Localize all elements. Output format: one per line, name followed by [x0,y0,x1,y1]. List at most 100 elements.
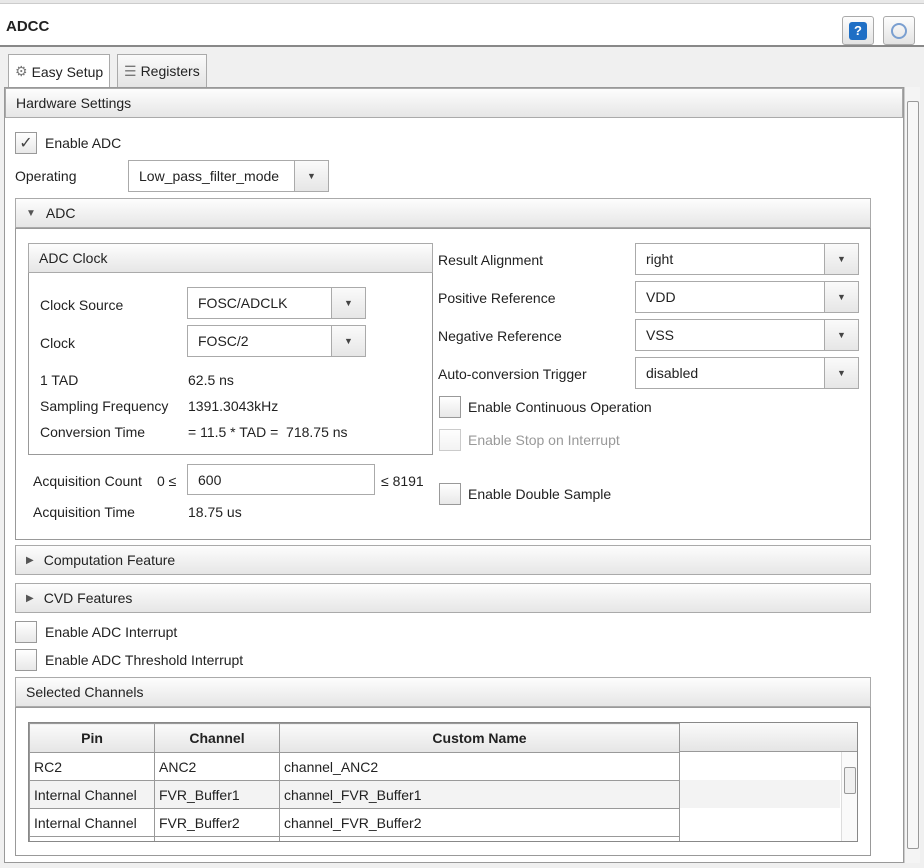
chevron-down-icon: ▼ [824,282,858,312]
acquisition-time-label: Acquisition Time [33,504,135,520]
enable-adc-checkbox[interactable]: ✓ [15,132,37,154]
adc-interrupt-label: Enable ADC Interrupt [45,624,178,640]
hardware-settings-header: Hardware Settings [5,88,903,118]
globe-icon [891,22,907,39]
collapsed-triangle-icon: ▶ [26,592,34,604]
expanded-triangle-icon: ▼ [26,207,36,219]
conversion-time-value: = 11.5 * TAD = 718.75 ns [188,424,348,440]
adc-clock-group: ADC Clock Clock Source FOSC/ADCLK ▼ Clock… [28,243,433,455]
operating-select[interactable]: Low_pass_filter_mode ▼ [128,160,329,192]
section-title: Computation Feature [43,552,176,568]
adc-interrupt-checkbox[interactable] [15,621,37,643]
row-highlight [680,780,840,808]
adc-section: ADC Clock Clock Source FOSC/ADCLK ▼ Clock… [15,228,871,540]
stop-on-interrupt-label: Enable Stop on Interrupt [468,432,620,448]
continuous-operation-checkbox[interactable] [439,396,461,418]
sampling-frequency-label: Sampling Frequency [40,398,169,414]
double-sample-label: Enable Double Sample [468,486,612,502]
section-title: Selected Channels [26,684,144,700]
channel-cell: ANC2 [154,752,280,781]
table-scrollbar-thumb[interactable] [844,767,856,794]
gear-icon: ⚙ [15,63,28,79]
selected-channels-section: Pin Channel Custom Name RC2 ANC2 channel_A… [15,707,871,856]
chevron-down-icon: ▼ [824,358,858,388]
tad-value: 62.5 ns [188,372,234,388]
clock-value: FOSC/2 [198,333,249,349]
channel-cell: FVR_Buffer1 [154,780,280,809]
tab-label: Easy Setup [31,63,104,80]
registers-icon: ☰ [124,62,137,79]
cvd-features-header[interactable]: ▶ CVD Features [15,583,871,613]
globe-button[interactable] [883,16,915,45]
operating-value: Low_pass_filter_mode [139,168,280,184]
custom-name-cell[interactable]: channel_FVR_Buffer1 [279,780,680,809]
clock-select[interactable]: FOSC/2 ▼ [187,325,366,357]
chevron-down-icon: ▼ [294,161,328,191]
adc-header[interactable]: ▼ ADC [15,198,871,228]
table-row[interactable]: Internal Channel FVR_Buffer1 channel_FVR_B… [29,780,680,809]
enable-adc-label: Enable ADC [45,135,122,151]
table-row[interactable] [29,836,680,841]
section-title: ADC [45,205,76,221]
computation-feature-header[interactable]: ▶ Computation Feature [15,545,871,575]
sampling-frequency-value: 1391.3043kHz [188,398,279,414]
column-header-pin[interactable]: Pin [29,723,155,753]
result-alignment-select[interactable]: right ▼ [635,243,859,275]
custom-name-cell[interactable]: channel_FVR_Buffer2 [279,808,680,837]
column-header-channel[interactable]: Channel [154,723,280,753]
continuous-operation-label: Enable Continuous Operation [468,399,652,415]
trigger-select[interactable]: disabled ▼ [635,357,859,389]
negative-reference-label: Negative Reference [438,328,562,344]
table-row[interactable]: Internal Channel FVR_Buffer2 channel_FVR_B… [29,808,680,837]
channel-cell: FVR_Buffer2 [154,808,280,837]
help-icon: ? [849,21,867,40]
acquisition-max: ≤ 8191 [381,473,424,489]
clock-source-select[interactable]: FOSC/ADCLK ▼ [187,287,366,319]
adc-clock-header: ADC Clock [28,243,433,273]
page-title: ADCC [6,18,50,35]
pin-cell: Internal Channel [29,780,155,809]
table-row[interactable]: RC2 ANC2 channel_ANC2 [29,752,680,781]
acquisition-min: 0 ≤ [157,473,177,489]
chevron-down-icon: ▼ [824,320,858,350]
operating-label: Operating [15,168,77,184]
clock-source-value: FOSC/ADCLK [198,295,288,311]
table-scrollbar[interactable] [841,752,857,841]
panel-scrollbar-thumb[interactable] [907,101,919,849]
custom-name-cell[interactable]: channel_ANC2 [279,752,680,781]
section-title: Hardware Settings [16,95,132,111]
stop-on-interrupt-checkbox[interactable] [439,429,461,451]
acquisition-count-label: Acquisition Count [33,473,142,489]
trigger-label: Auto-conversion Trigger [438,366,587,382]
acquisition-count-input[interactable]: 600 [187,464,375,495]
table-header-row: Pin Channel Custom Name [29,723,680,753]
column-header-custom-name[interactable]: Custom Name [279,723,680,753]
tab-label: Registers [140,63,200,79]
threshold-interrupt-checkbox[interactable] [15,649,37,671]
negative-reference-select[interactable]: VSS ▼ [635,319,859,351]
result-alignment-value: right [646,251,674,267]
conversion-time-label: Conversion Time [40,424,146,440]
section-title: CVD Features [43,590,133,606]
tab-easy-setup[interactable]: ⚙ Easy Setup [8,54,111,88]
pin-cell: RC2 [29,752,155,781]
chevron-down-icon: ▼ [331,326,365,356]
trigger-value: disabled [646,365,699,381]
channels-table: Pin Channel Custom Name RC2 ANC2 channel_A… [28,722,858,842]
panel-scrollbar[interactable] [904,87,920,863]
clock-label: Clock [40,335,76,351]
tad-label: 1 TAD [40,372,79,388]
positive-reference-value: VDD [646,289,676,305]
section-title: ADC Clock [39,250,108,266]
chevron-down-icon: ▼ [824,244,858,274]
double-sample-checkbox[interactable] [439,483,461,505]
positive-reference-label: Positive Reference [438,290,556,306]
threshold-interrupt-label: Enable ADC Threshold Interrupt [45,652,244,668]
collapsed-triangle-icon: ▶ [26,554,34,566]
tab-registers[interactable]: ☰ Registers [117,54,207,87]
pin-cell: Internal Channel [29,808,155,837]
clock-source-label: Clock Source [40,297,124,313]
help-button[interactable]: ? [842,16,874,45]
title-bar: ADCC ? [0,4,924,47]
positive-reference-select[interactable]: VDD ▼ [635,281,859,313]
